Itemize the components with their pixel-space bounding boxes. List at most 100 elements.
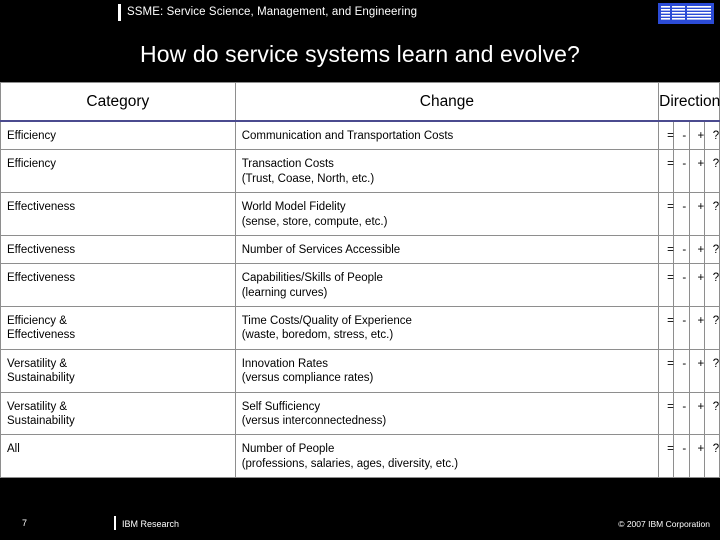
category-line2: Sustainability	[7, 414, 75, 427]
category-line2: Sustainability	[7, 372, 75, 385]
column-header-category: Category	[0, 82, 236, 122]
table-row: Versatility & Sustainability Self Suffic…	[0, 391, 720, 436]
cell-change: Number of People (professions, salaries,…	[234, 434, 660, 478]
cell-change: Transaction Costs (Trust, Coase, North, …	[234, 149, 660, 194]
category-line1: Versatility &	[7, 400, 68, 413]
column-header-change: Change	[234, 82, 660, 122]
cell-direction-question: ?	[703, 192, 720, 236]
cell-direction-equal: =	[658, 306, 675, 350]
cell-direction-minus: -	[673, 120, 690, 151]
change-line2: (professions, salaries, ages, diversity,…	[241, 457, 459, 470]
change-line1: Self Sufficiency	[241, 400, 321, 413]
cell-change: World Model Fidelity (sense, store, comp…	[234, 192, 660, 236]
table-row: Effectiveness World Model Fidelity (sens…	[0, 192, 720, 236]
change-line1: Capabilities/Skills of People	[241, 272, 383, 285]
cell-direction-plus: +	[688, 149, 705, 194]
matrix-table: Category Change Direction Efficiency Com…	[0, 82, 720, 478]
slide-footer: 7 IBM Research © 2007 IBM Corporation	[0, 507, 720, 540]
cell-category: Effectiveness	[0, 192, 236, 236]
cell-direction-question: ?	[703, 348, 720, 393]
change-line2: (sense, store, compute, etc.)	[241, 215, 388, 228]
cell-direction-minus: -	[673, 234, 690, 265]
change-line1: Communication and Transportation Costs	[241, 130, 454, 142]
cell-direction-plus: +	[688, 348, 705, 393]
cell-direction-equal: =	[658, 263, 675, 307]
change-line2: (Trust, Coase, North, etc.)	[241, 172, 375, 185]
cell-category: All	[0, 434, 236, 478]
table-head: Category Change Direction	[0, 82, 720, 122]
cell-direction-plus: +	[688, 391, 705, 436]
cell-category: Efficiency & Effectiveness	[0, 306, 236, 350]
change-line2: (versus compliance rates)	[241, 372, 374, 385]
change-line1: Number of People	[241, 443, 335, 456]
cell-category: Versatility & Sustainability	[0, 348, 236, 393]
change-line2: (waste, boredom, stress, etc.)	[241, 329, 394, 342]
table-row: Efficiency Communication and Transportat…	[0, 120, 720, 151]
cell-direction-question: ?	[703, 263, 720, 307]
category-line1: Versatility &	[7, 357, 68, 370]
table-row: All Number of People (professions, salar…	[0, 434, 720, 478]
cell-category: Effectiveness	[0, 234, 236, 265]
cell-direction-plus: +	[688, 120, 705, 151]
cell-direction-minus: -	[673, 348, 690, 393]
cell-direction-equal: =	[658, 120, 675, 151]
ibm-logo	[658, 3, 714, 24]
change-line1: Number of Services Accessible	[241, 243, 401, 256]
change-line1: Time Costs/Quality of Experience	[241, 315, 412, 327]
cell-direction-equal: =	[658, 434, 675, 478]
category-line2: Effectiveness	[7, 329, 76, 342]
page-number: 7	[22, 518, 28, 528]
cell-direction-equal: =	[658, 391, 675, 436]
category-line1: Efficiency &	[7, 315, 67, 327]
table-header-row: Category Change Direction	[0, 82, 720, 122]
slide: SSME: Service Science, Management, and E…	[0, 0, 720, 540]
category-line1: Effectiveness	[7, 243, 76, 256]
cell-direction-question: ?	[703, 434, 720, 478]
category-line1: Effectiveness	[7, 272, 76, 285]
cell-direction-question: ?	[703, 306, 720, 350]
cell-direction-question: ?	[703, 149, 720, 194]
column-header-direction: Direction	[658, 82, 720, 122]
cell-category: Versatility & Sustainability	[0, 391, 236, 436]
cell-direction-minus: -	[673, 149, 690, 194]
footer-accent-bar	[114, 516, 116, 530]
cell-direction-question: ?	[703, 120, 720, 151]
cell-direction-minus: -	[673, 306, 690, 350]
cell-direction-equal: =	[658, 149, 675, 194]
cell-direction-question: ?	[703, 234, 720, 265]
table-row: Effectiveness Number of Services Accessi…	[0, 234, 720, 265]
header-title: SSME: Service Science, Management, and E…	[127, 6, 418, 18]
cell-direction-plus: +	[688, 234, 705, 265]
cell-direction-plus: +	[688, 306, 705, 350]
cell-direction-plus: +	[688, 192, 705, 236]
cell-category: Efficiency	[0, 149, 236, 194]
cell-change: Innovation Rates (versus compliance rate…	[234, 348, 660, 393]
footer-copyright: © 2007 IBM Corporation	[618, 519, 710, 529]
change-line1: Transaction Costs	[241, 158, 334, 171]
category-line1: Effectiveness	[7, 201, 76, 214]
page-title: How do service systems learn and evolve?	[140, 41, 580, 67]
cell-change: Capabilities/Skills of People (learning …	[234, 263, 660, 307]
matrix-table-wrap: Category Change Direction Efficiency Com…	[0, 82, 720, 478]
table-row: Effectiveness Capabilities/Skills of Peo…	[0, 263, 720, 307]
cell-direction-minus: -	[673, 263, 690, 307]
change-line1: Innovation Rates	[241, 357, 328, 370]
change-line2: (versus interconnectedness)	[241, 414, 387, 427]
change-line1: World Model Fidelity	[241, 201, 346, 214]
cell-direction-minus: -	[673, 434, 690, 478]
cell-change: Self Sufficiency (versus interconnectedn…	[234, 391, 660, 436]
cell-direction-equal: =	[658, 348, 675, 393]
change-line2: (learning curves)	[241, 286, 328, 299]
cell-change: Number of Services Accessible	[234, 234, 660, 265]
cell-direction-minus: -	[673, 192, 690, 236]
cell-change: Communication and Transportation Costs	[234, 120, 660, 151]
header-accent-bar	[118, 4, 121, 21]
table-row: Efficiency & Effectiveness Time Costs/Qu…	[0, 306, 720, 350]
cell-direction-question: ?	[703, 391, 720, 436]
table-body: Efficiency Communication and Transportat…	[0, 120, 720, 478]
table-row: Versatility & Sustainability Innovation …	[0, 348, 720, 393]
cell-direction-plus: +	[688, 263, 705, 307]
table-row: Efficiency Transaction Costs (Trust, Coa…	[0, 149, 720, 194]
category-line1: Efficiency	[7, 158, 57, 171]
footer-label: IBM Research	[122, 519, 180, 529]
